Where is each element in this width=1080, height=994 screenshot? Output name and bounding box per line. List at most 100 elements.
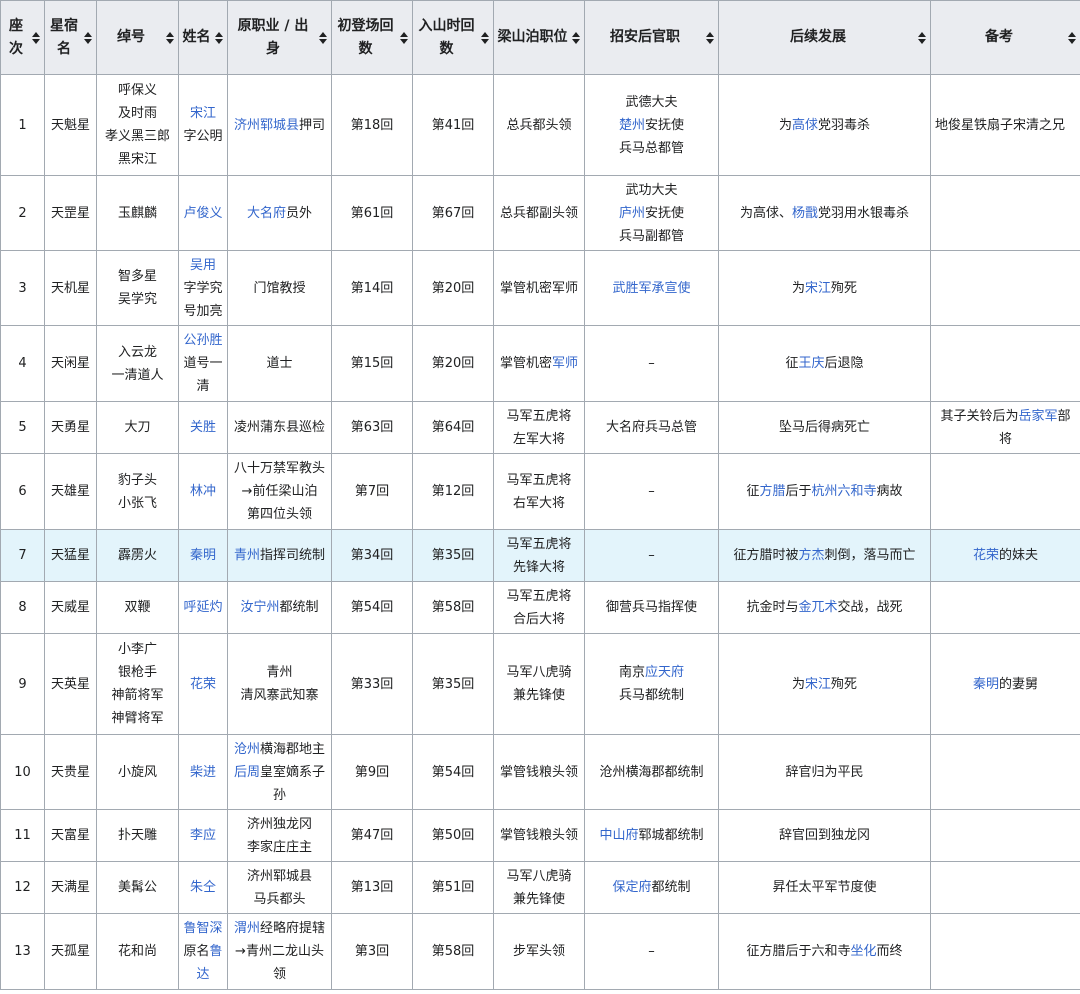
sort-icon[interactable] [84,31,92,44]
col-rank[interactable]: 座次 [0,0,45,75]
col-label: 绰号 [117,29,145,45]
cell-join: 第58回 [412,913,494,990]
col-note[interactable]: 备考 [930,0,1080,75]
wiki-link[interactable]: 保定府 [612,880,651,895]
cell-text: 马军五虎将 [506,472,572,488]
col-post[interactable]: 梁山泊职位 [493,0,585,75]
cell-text: 兼先锋使 [512,891,565,907]
table-row: 7 天猛星 霹雳火 秦明 青州指挥司统制 第34回 第35回 马军五虎将 先锋大将 – 征方腊时被方… [0,529,1080,582]
wiki-link[interactable]: 方腊 [759,484,785,499]
cell-name: 吴用 字学究 号加亮 [178,250,228,326]
cell-note: 花荣的妹夫 [930,529,1080,582]
cell-text: 先锋大将 [512,559,565,575]
wiki-link[interactable]: 呼延灼 [183,600,222,615]
col-debut[interactable]: 初登场回数 [331,0,413,75]
wiki-link[interactable]: 秦明 [973,677,999,692]
wiki-link[interactable]: 金兀术 [798,600,837,615]
sort-icon[interactable] [166,31,174,44]
wiki-link[interactable]: 军师 [552,356,578,371]
cell-text: 横海郡地主 [260,741,326,757]
cell-fate: 辞官回到独龙冈 [718,809,931,862]
wiki-link[interactable]: 郓城县 [260,118,299,133]
col-nickname[interactable]: 绰号 [96,0,179,75]
wiki-link[interactable]: 林冲 [190,484,216,499]
wiki-link[interactable]: 楚州 [619,118,645,133]
wiki-link[interactable]: 花荣 [190,677,216,692]
wiki-link[interactable]: 岳家军 [1018,409,1057,424]
cell-debut: 第3回 [331,913,413,990]
col-office[interactable]: 招安后官职 [584,0,719,75]
sort-icon[interactable] [400,31,408,44]
cell-join: 第64回 [412,401,494,454]
wiki-link[interactable]: 大名府 [247,206,286,221]
wiki-link[interactable]: 杨戬 [792,206,818,221]
cell-text: 都统制 [651,880,691,895]
sort-icon[interactable] [706,31,714,44]
wiki-link[interactable]: 坐化 [850,944,876,959]
cell-rank: 6 [0,453,45,530]
wiki-link[interactable]: 高俅 [792,118,818,133]
wiki-link[interactable]: 鲁 [210,944,223,959]
wiki-link[interactable]: 庐州 [619,206,645,221]
sort-icon[interactable] [1068,31,1076,44]
cell-debut: 第9回 [331,734,413,810]
sort-icon[interactable] [319,31,327,44]
col-star[interactable]: 星宿名 [44,0,97,75]
wiki-link[interactable]: 方杰 [798,548,824,563]
wiki-link[interactable]: 秦明 [190,548,216,563]
cell-star: 天罡星 [44,175,97,251]
wiki-link[interactable]: 李应 [190,828,216,843]
sort-icon[interactable] [215,31,223,44]
wiki-link[interactable]: 中山府 [599,828,638,843]
wiki-link[interactable]: 武胜军承宣使 [612,281,690,296]
wiki-link[interactable]: 杭州六和寺 [812,484,877,499]
wiki-link[interactable]: 卢俊义 [183,206,222,221]
col-fate[interactable]: 后续发展 [718,0,931,75]
sort-icon[interactable] [481,31,489,44]
col-name[interactable]: 姓名 [178,0,228,75]
col-join[interactable]: 入山时回数 [412,0,494,75]
sort-icon[interactable] [32,31,40,44]
cell-note [930,809,1080,862]
cell-name: 呼延灼 [178,581,228,634]
wiki-link[interactable]: 后周 [234,765,260,780]
cell-post: 总兵都头领 [493,74,585,176]
wiki-link[interactable]: 关胜 [190,420,216,435]
cell-text: 领 [272,967,286,982]
wiki-link[interactable]: 王庆 [798,356,824,371]
cell-post: 马军五虎将 合后大将 [493,581,585,634]
wiki-link[interactable]: 花荣 [973,548,999,563]
col-label: 入山时回数 [418,17,475,57]
wiki-link[interactable]: 汝宁州 [240,600,279,615]
sort-icon[interactable] [918,31,926,44]
cell-text: – [648,548,655,563]
wiki-link[interactable]: 鲁智深 [183,921,222,936]
wiki-link[interactable]: 公孙胜 [183,333,222,348]
cell-office: – [584,453,719,530]
cell-post: 马军八虎骑 兼先锋使 [493,861,585,914]
wiki-link[interactable]: 应天府 [645,665,684,680]
cell-star: 天英星 [44,633,97,735]
wiki-link[interactable]: 柴进 [190,765,216,780]
wiki-link[interactable]: 渭州 [234,921,260,936]
wiki-link[interactable]: 宋江 [805,677,831,692]
cell-join: 第35回 [412,529,494,582]
cell-origin: 八十万禁军教头 →前任梁山泊 第四位头领 [227,453,332,530]
cell-star: 天魁星 [44,74,97,176]
wiki-link[interactable]: 青州 [234,548,260,563]
col-origin[interactable]: 原职业 / 出身 [227,0,332,75]
wiki-link[interactable]: 吴用 [190,258,216,273]
wiki-link[interactable]: 宋江 [805,281,831,296]
cell-text: 征方腊时被 [733,548,799,563]
cell-text: 员外 [286,205,313,221]
wiki-link[interactable]: 达 [196,967,209,982]
cell-join: 第41回 [412,74,494,176]
cell-text: 马军八虎骑 [506,665,572,680]
wiki-link[interactable]: 济州 [234,118,260,133]
wiki-link[interactable]: 朱仝 [190,880,216,895]
wiki-link[interactable]: 沧州 [234,742,260,757]
cell-origin: 凌州蒲东县巡检 [227,401,332,454]
sort-icon[interactable] [572,31,580,44]
wiki-link[interactable]: 宋江 [190,106,216,121]
cell-debut: 第7回 [331,453,413,530]
